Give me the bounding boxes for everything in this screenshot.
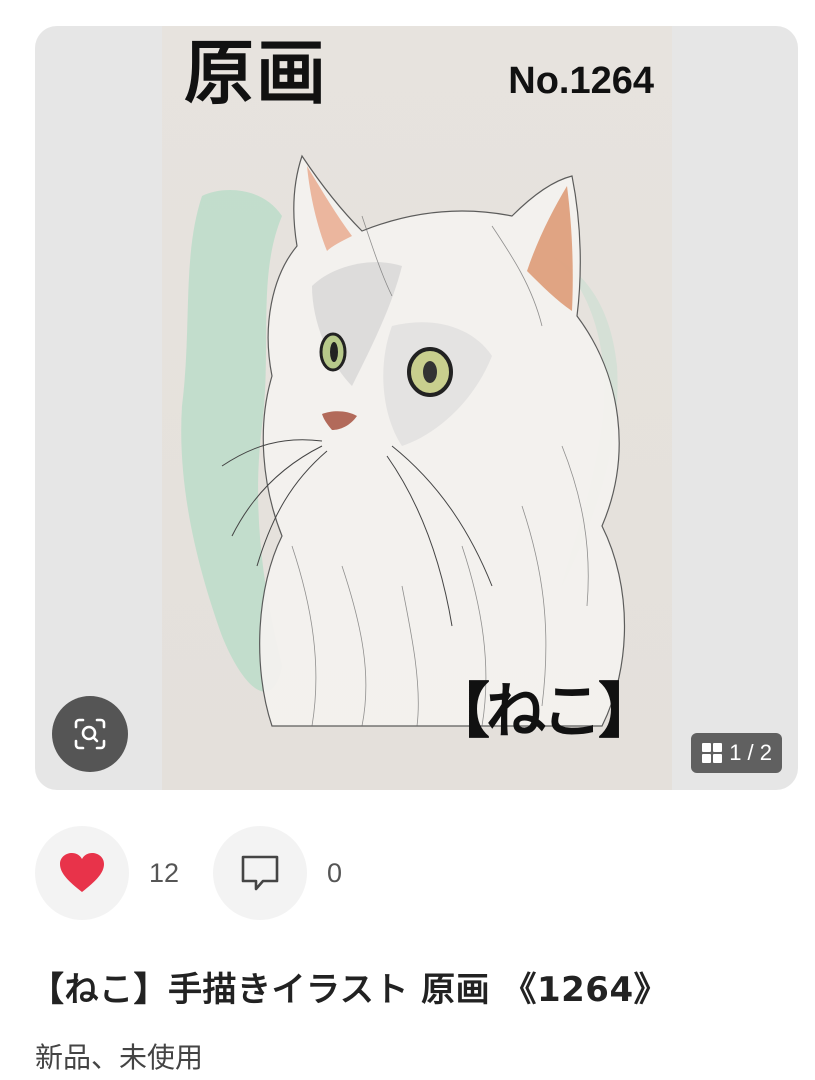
like-button[interactable] bbox=[35, 826, 129, 920]
product-title: 【ねこ】手描きイラスト 原画 《1264》 bbox=[30, 970, 669, 1010]
page-indicator[interactable]: 1 / 2 bbox=[691, 733, 782, 773]
image-carousel[interactable]: 原画 No.1264 【ねこ】 1 / 2 bbox=[35, 26, 798, 790]
comment-icon bbox=[241, 855, 279, 891]
heart-icon bbox=[60, 853, 104, 892]
grid-icon bbox=[702, 743, 723, 763]
comment-button[interactable] bbox=[213, 826, 308, 920]
zoom-scan-icon bbox=[74, 718, 106, 750]
like-count: 12 bbox=[149, 857, 180, 888]
comment-count: 0 bbox=[327, 857, 343, 888]
product-image[interactable]: 原画 No.1264 【ねこ】 bbox=[162, 26, 672, 790]
action-bar: 12 0 bbox=[35, 826, 342, 920]
zoom-button[interactable] bbox=[52, 696, 128, 772]
page-indicator-text: 1 / 2 bbox=[729, 740, 772, 765]
cat-illustration bbox=[181, 154, 625, 727]
artwork-number-text: No.1264 bbox=[508, 60, 654, 102]
product-condition: 新品、未使用 bbox=[35, 1041, 204, 1074]
artwork-title-text: 原画 bbox=[184, 32, 328, 114]
artwork-label-text: 【ねこ】 bbox=[430, 677, 658, 747]
